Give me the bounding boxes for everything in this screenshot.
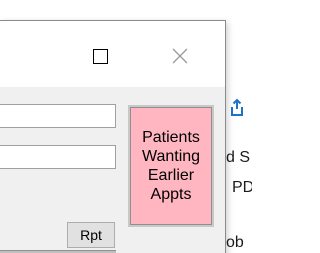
- text-field-2[interactable]: [0, 145, 116, 169]
- dialog-window: Rpt Patients Wanting Earlier Appts: [0, 20, 226, 253]
- patients-label-line-4: Appts: [150, 186, 192, 203]
- maximize-button[interactable]: [80, 42, 120, 70]
- patients-label-line-1: Patients: [142, 129, 200, 146]
- text-field-1[interactable]: [0, 104, 116, 128]
- maximize-icon: [92, 48, 108, 64]
- background-text-3: ob: [226, 234, 244, 251]
- patients-wanting-earlier-appts-button[interactable]: Patients Wanting Earlier Appts: [128, 105, 214, 227]
- patients-button-label: Patients Wanting Earlier Appts: [142, 128, 200, 204]
- close-icon: [172, 48, 188, 64]
- dialog-content: Rpt Patients Wanting Earlier Appts: [0, 87, 225, 253]
- background-text-2: PD: [232, 179, 252, 196]
- rpt-button[interactable]: Rpt: [67, 222, 115, 248]
- share-icon: [231, 98, 243, 116]
- close-button[interactable]: [160, 42, 200, 70]
- patients-label-line-3: Earlier: [147, 167, 195, 184]
- window-titlebar[interactable]: [0, 21, 225, 87]
- patients-label-line-2: Wanting: [141, 148, 201, 165]
- screen: d S PD ob Rpt Patients Wanting Earlier A…: [0, 0, 252, 253]
- background-text-1: d S: [226, 149, 251, 166]
